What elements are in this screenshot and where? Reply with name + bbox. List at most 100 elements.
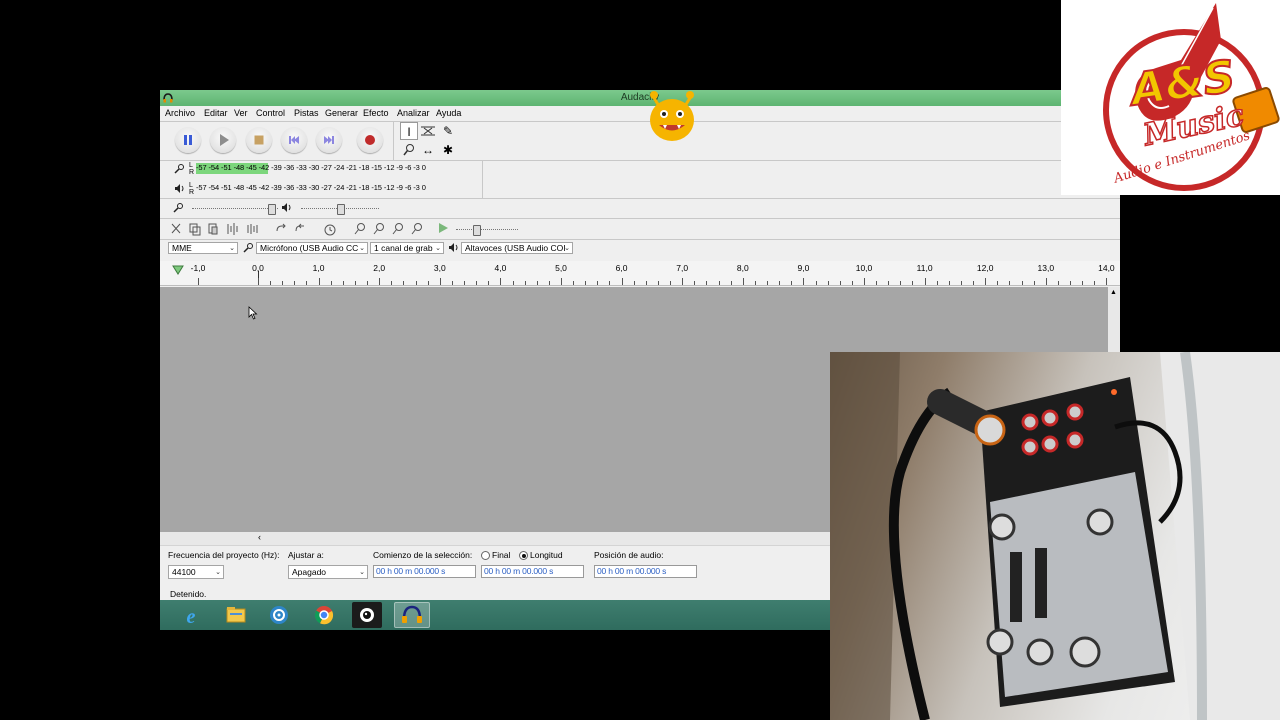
input-volume-slider[interactable] [192,208,278,210]
snap-to-select[interactable]: Apagado ⌄ [288,565,368,579]
project-rate-value: 44100 [172,567,196,577]
channel-l: L [189,162,193,169]
ruler-minor-tick [1070,281,1072,285]
draw-tool-icon[interactable]: ✎ [439,122,457,140]
play-at-speed-icon[interactable] [437,222,449,234]
menu-editar[interactable]: Editar [204,108,228,118]
menu-ayuda[interactable]: Ayuda [436,108,461,118]
ruler-tick-label: 2,0 [373,263,386,273]
status-text: Detenido. [170,589,207,599]
ruler-tick-mark [985,278,987,285]
input-volume-mic-icon [173,202,184,213]
mouse-cursor-icon [248,306,258,320]
chevron-down-icon: ⌄ [435,245,441,252]
ruler-tick-label: 14,0 [1098,263,1115,273]
pause-button[interactable] [175,127,201,153]
recording-device-select[interactable]: Micrófono (USB Audio CC ⌄ [256,242,368,254]
record-meter-mic-icon[interactable] [174,163,185,174]
ruler-tick-mark [379,278,381,285]
ruler-tick-label: 6,0 [615,263,628,273]
menu-control[interactable]: Control [256,108,285,118]
ruler-minor-tick [657,281,659,285]
playback-meter[interactable]: -57 -54 -51 -48 -45 -42 -39 -36 -33 -30 … [196,183,478,194]
ruler-minor-tick [997,281,999,285]
ruler-tick-mark [924,278,926,285]
ruler-minor-tick [767,281,769,285]
scroll-up-icon[interactable]: ▲ [1110,289,1117,296]
play-button[interactable] [210,127,236,153]
title-bar[interactable]: Audacity [160,90,1120,106]
file-explorer-icon[interactable] [221,602,251,628]
ruler-tick-mark [318,278,320,285]
menu-bar: Archivo Editar Ver Control Pistas Genera… [160,106,1060,121]
ruler-tick-mark [561,278,562,285]
ruler-tick-label: 9,0 [797,263,810,273]
audio-host-select[interactable]: MME ⌄ [168,242,238,254]
playback-device-select[interactable]: Altavoces (USB Audio COI ⌄ [461,242,573,254]
output-volume-speaker-icon [281,202,292,213]
record-button[interactable] [357,127,383,153]
selection-tool-icon[interactable]: I [400,122,418,140]
ruler-minor-tick [960,281,962,285]
time-shift-tool-icon[interactable]: ↔ [419,141,437,159]
project-rate-select[interactable]: 44100 ⌄ [168,565,224,579]
ruler-minor-tick [1094,281,1096,285]
ruler-tick-label: 10,0 [855,263,873,273]
recording-channels-select[interactable]: 1 canal de grab ⌄ [370,242,444,254]
chevron-down-icon: ⌄ [564,245,570,252]
zoom-tool-icon[interactable] [400,141,418,159]
ruler-minor-tick [876,281,878,285]
window-title: Audacity [620,92,660,103]
ruler-minor-tick [427,281,429,285]
skip-to-end-button[interactable] [316,127,342,153]
camera-app-icon[interactable] [352,602,382,628]
internet-explorer-icon[interactable]: e [176,602,206,628]
ruler-minor-tick [342,281,344,285]
input-volume-thumb[interactable] [268,204,276,215]
ruler-minor-tick [779,281,781,285]
ruler-minor-tick [936,281,938,285]
menu-efecto[interactable]: Efecto [363,108,389,118]
edit-cut-icon[interactable] [170,221,184,237]
ruler-minor-tick [670,281,672,285]
ruler-minor-tick [948,281,950,285]
audio-position-time[interactable]: 00 h 00 m 00.000 s [594,565,697,578]
menu-archivo[interactable]: Archivo [165,108,195,118]
ruler-minor-tick [694,281,696,285]
envelope-tool-icon[interactable] [419,122,437,140]
recording-meter[interactable]: -57 -54 -51 -48 -45 -42 -39 -36 -33 -30 … [196,163,478,174]
multi-tool-icon[interactable]: ✱ [439,141,457,159]
ruler-tick-label: 5,0 [555,263,567,273]
ruler-minor-tick [815,281,817,285]
menu-analizar[interactable]: Analizar [397,108,430,118]
playback-meter-speaker-icon[interactable] [174,183,185,194]
skip-to-start-button[interactable] [281,127,307,153]
ruler-minor-tick [706,281,708,285]
selection-start-time[interactable]: 00 h 00 m 00.000 s [373,565,476,578]
media-icon[interactable] [264,602,294,628]
ruler-ticks: -1,0 0,0 1,0 2,0 3,0 4,0 5,0 6,0 7,0 8,0 9,0 10,0 11… [160,261,1120,285]
ruler-tick-mark [1106,278,1108,285]
ruler-minor-tick [451,281,453,285]
play-speed-thumb[interactable] [473,225,481,236]
length-radio[interactable] [519,551,528,560]
audacity-icon[interactable] [394,602,430,628]
output-volume-thumb[interactable] [337,204,345,215]
svg-text:e: e [187,606,196,628]
chrome-icon[interactable] [309,602,339,628]
snap-to-value: Apagado [292,567,327,577]
ruler-minor-tick [354,281,356,285]
play-speed-slider[interactable] [456,229,518,231]
selection-length-time[interactable]: 00 h 00 m 00.000 s [481,565,584,578]
stop-button[interactable] [246,127,272,153]
ruler-minor-tick [597,281,599,285]
ruler-minor-tick [391,281,393,285]
recording-device-mic-icon [243,242,254,253]
scroll-left-icon[interactable]: ‹ [258,532,261,542]
ruler-minor-tick [282,281,284,285]
menu-ver[interactable]: Ver [234,108,248,118]
menu-pistas[interactable]: Pistas [294,108,319,118]
ruler-minor-tick [585,281,587,285]
end-radio[interactable] [481,551,490,560]
menu-generar[interactable]: Generar [325,108,358,118]
